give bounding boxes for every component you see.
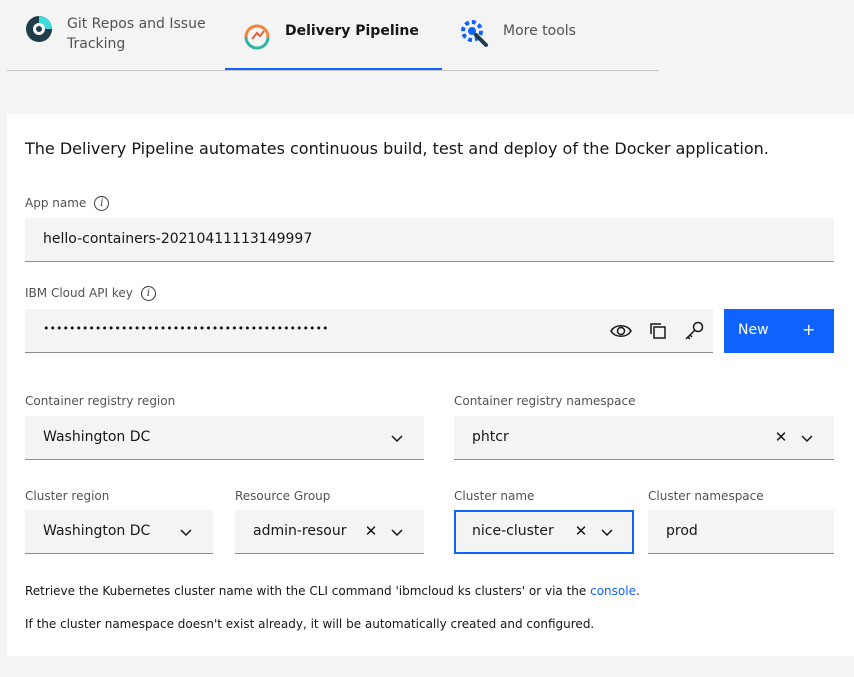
tab-git-repos[interactable]: Git Repos and Issue Tracking — [7, 0, 225, 70]
namespace-help-text: If the cluster namespace doesn't exist a… — [25, 617, 595, 631]
chevron-down-icon[interactable] — [599, 524, 615, 540]
cluster-namespace-label: Cluster namespace — [648, 489, 764, 503]
cluster-name-help-text: Retrieve the Kubernetes cluster name wit… — [25, 584, 640, 598]
app-name-input[interactable]: hello-containers-20210411113149997 — [25, 218, 834, 262]
pipeline-settings-panel — [7, 114, 854, 656]
tab-delivery-pipeline-label: Delivery Pipeline — [285, 23, 419, 39]
resource-group-combobox[interactable]: admin-resour ✕ — [235, 510, 424, 554]
git-repos-icon — [24, 14, 54, 44]
copy-icon[interactable] — [646, 319, 670, 343]
clear-icon[interactable]: ✕ — [773, 429, 789, 445]
tab-more-tools[interactable]: More tools — [442, 0, 659, 70]
console-link[interactable]: console — [590, 584, 636, 598]
api-key-label: IBM Cloud API key i — [25, 285, 156, 301]
app-name-label: App name i — [25, 195, 110, 211]
chevron-down-icon[interactable] — [389, 524, 405, 540]
cluster-name-combobox[interactable]: nice-cluster ✕ — [454, 510, 634, 554]
tab-more-tools-label: More tools — [503, 23, 576, 39]
cluster-name-label: Cluster name — [454, 489, 535, 503]
api-key-input[interactable]: ••••••••••••••••••••••••••••••••••••••••… — [25, 309, 713, 353]
intro-text: The Delivery Pipeline automates continuo… — [25, 139, 769, 158]
cluster-region-label: Cluster region — [25, 489, 110, 503]
delivery-pipeline-icon — [242, 20, 272, 50]
chevron-down-icon[interactable] — [799, 430, 815, 446]
cluster-namespace-input[interactable]: prod — [648, 510, 834, 554]
clear-icon[interactable]: ✕ — [573, 523, 589, 539]
registry-region-select[interactable]: Washington DC — [25, 416, 424, 460]
tab-delivery-pipeline[interactable]: Delivery Pipeline — [225, 0, 442, 70]
info-icon[interactable]: i — [94, 196, 110, 211]
clear-icon[interactable]: ✕ — [363, 523, 379, 539]
plus-icon: + — [802, 320, 816, 339]
resource-group-label: Resource Group — [235, 489, 331, 503]
chevron-down-icon — [389, 430, 405, 446]
chevron-down-icon — [178, 524, 194, 540]
key-icon[interactable] — [682, 319, 706, 343]
more-tools-icon — [459, 18, 489, 48]
new-api-key-button[interactable]: New + — [724, 309, 834, 353]
registry-namespace-label: Container registry namespace — [454, 394, 636, 408]
registry-region-label: Container registry region — [25, 394, 176, 408]
show-password-icon[interactable] — [609, 319, 633, 343]
info-icon[interactable]: i — [140, 286, 156, 301]
cluster-region-select[interactable]: Washington DC — [25, 510, 213, 554]
tool-tabs: Git Repos and Issue Tracking Delivery Pi… — [7, 0, 659, 71]
registry-namespace-combobox[interactable]: phtcr ✕ — [454, 416, 834, 460]
tab-git-repos-label: Git Repos and Issue Tracking — [67, 16, 206, 52]
